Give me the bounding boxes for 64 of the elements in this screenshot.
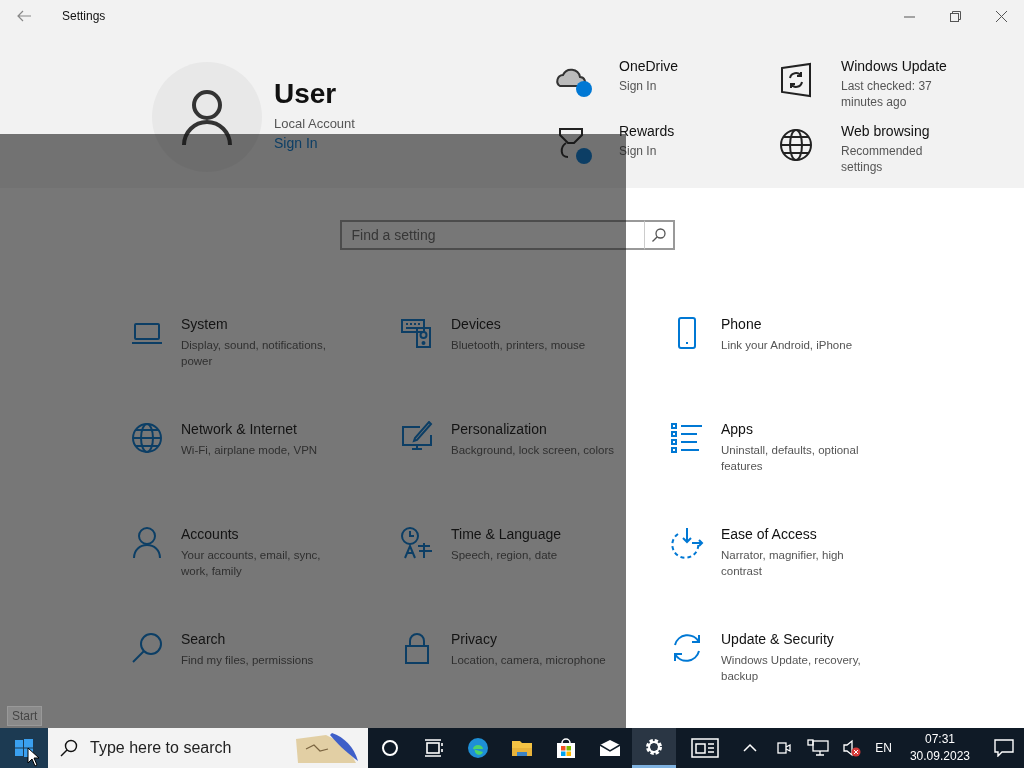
- search-input[interactable]: Type here to search: [88, 738, 292, 758]
- network-icon[interactable]: [807, 739, 830, 757]
- search-button[interactable]: [643, 220, 675, 250]
- category-title[interactable]: Accounts: [181, 526, 347, 542]
- category-title[interactable]: Apps: [721, 421, 887, 437]
- category-title[interactable]: Time & Language: [451, 526, 617, 542]
- globe-icon: [130, 421, 164, 455]
- clock-letter-icon: [400, 526, 434, 560]
- category-title[interactable]: Search: [181, 631, 347, 647]
- dashed-circle-arrow-icon: [670, 526, 704, 560]
- quick-link-subtitle: Sign In: [619, 78, 658, 94]
- window-title: Settings: [62, 9, 107, 23]
- clock-time[interactable]: 07:31: [924, 731, 955, 748]
- category-description: Display, sound, notifications, power: [181, 338, 327, 369]
- close-icon: [995, 10, 1007, 22]
- search-icon: [60, 739, 78, 757]
- quick-link-title[interactable]: Windows Update: [841, 58, 961, 74]
- user-name: User: [274, 78, 337, 110]
- quick-link-title[interactable]: OneDrive: [619, 58, 739, 74]
- restore-icon: [949, 10, 961, 22]
- category-title[interactable]: System: [181, 316, 347, 332]
- mouse-cursor-icon: [27, 747, 39, 767]
- category-description: Bluetooth, printers, mouse: [451, 338, 587, 353]
- keyboard-speaker-icon: [400, 316, 434, 350]
- task-view-icon: [422, 736, 446, 760]
- taskbar-app-button[interactable]: [632, 728, 676, 768]
- category-description: Link your Android, iPhone: [721, 338, 854, 353]
- back-arrow-icon: [17, 10, 31, 22]
- category-title[interactable]: Update & Security: [721, 631, 887, 647]
- quick-link-title[interactable]: Web browsing: [841, 123, 961, 139]
- quick-link-subtitle: Recommended settings: [841, 143, 924, 175]
- category-description: Speech, region, date: [451, 548, 559, 563]
- category-description: Uninstall, defaults, optional features: [721, 443, 860, 474]
- language-indicator[interactable]: EN: [875, 741, 892, 755]
- person-icon: [181, 89, 233, 145]
- account-type: Local Account: [274, 116, 355, 131]
- news-icon[interactable]: [691, 738, 720, 758]
- category-description: Find my files, permissions: [181, 653, 315, 668]
- start-button[interactable]: [0, 728, 48, 768]
- category-description: Windows Update, recovery, backup: [721, 653, 862, 684]
- category-title[interactable]: Privacy: [451, 631, 617, 647]
- quick-link-title[interactable]: Rewards: [619, 123, 739, 139]
- person-icon: [130, 526, 164, 560]
- category-title[interactable]: Phone: [721, 316, 887, 332]
- store-bag-icon: [554, 736, 578, 760]
- category-description: Background, lock screen, colors: [451, 443, 615, 458]
- category-description: Wi-Fi, airplane mode, VPN: [181, 443, 319, 458]
- start-tooltip: Start: [7, 706, 43, 726]
- category-description: Location, camera, microphone: [451, 653, 607, 668]
- speech-bubble-icon: [994, 739, 1014, 757]
- taskbar-search-bar[interactable]: Type here to search: [48, 728, 368, 768]
- quick-link-subtitle: Last checked: 37 minutes ago: [841, 78, 933, 110]
- search-icon: [130, 631, 164, 665]
- search-field[interactable]: Find a setting: [339, 220, 644, 250]
- category-description: Your accounts, email, sync, work, family: [181, 548, 322, 579]
- search-icon: [651, 228, 666, 242]
- category-title[interactable]: Personalization: [451, 421, 617, 437]
- edge-logo-icon: [466, 736, 490, 760]
- category-title[interactable]: Network & Internet: [181, 421, 347, 437]
- category-description: Narrator, magnifier, high contrast: [721, 548, 845, 579]
- category-title[interactable]: Ease of Access: [721, 526, 887, 542]
- list-icon: [670, 421, 704, 455]
- clock-date[interactable]: 30.09.2023: [909, 748, 970, 765]
- category-title[interactable]: Devices: [451, 316, 617, 332]
